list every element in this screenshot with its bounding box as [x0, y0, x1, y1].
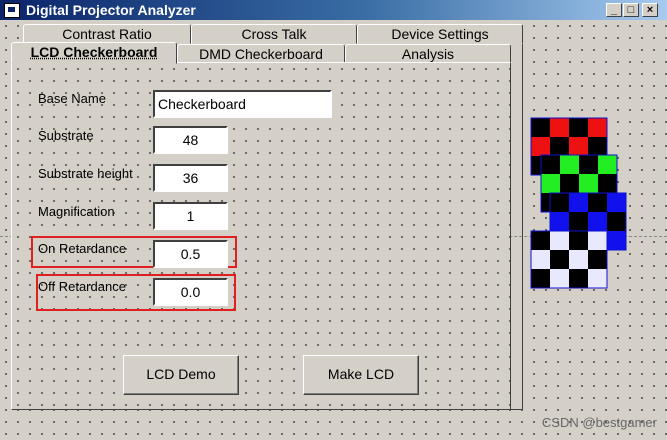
checker-cell — [588, 118, 607, 137]
tab-dmd-checkerboard[interactable]: DMD Checkerboard — [177, 44, 345, 64]
on-retardance-input[interactable]: 0.5 — [153, 240, 228, 268]
tab-lcd-checkerboard[interactable]: LCD Checkerboard — [11, 42, 177, 64]
magnification-label: Magnification — [38, 204, 115, 219]
base-name-label: Base Name — [38, 91, 106, 106]
tab-cross-talk[interactable]: Cross Talk — [191, 24, 357, 44]
checker-cell — [607, 212, 626, 231]
checker-cell — [550, 118, 569, 137]
checker-cell — [598, 155, 617, 174]
checker-cell — [598, 174, 617, 193]
lcd-demo-button[interactable]: LCD Demo — [123, 355, 239, 395]
checker-cell — [588, 212, 607, 231]
checker-cell — [607, 193, 626, 212]
substrate-input[interactable]: 48 — [153, 126, 228, 154]
magnification-input[interactable]: 1 — [153, 202, 228, 230]
checker-cell — [550, 137, 569, 156]
on-retardance-label: On Retardance — [38, 241, 127, 256]
checker-layer-white — [530, 230, 608, 289]
watermark: CSDN @bestgamer — [541, 415, 657, 430]
make-lcd-button[interactable]: Make LCD — [303, 355, 419, 395]
checker-cell — [531, 118, 550, 137]
checker-cell — [588, 250, 607, 269]
checker-cell — [550, 193, 569, 212]
checker-cell — [588, 137, 607, 156]
checkerboard-preview — [530, 117, 627, 289]
checker-cell — [531, 231, 550, 250]
lcd-checkerboard-panel: Base Name Checkerboard Substrate 48 Subs… — [11, 62, 511, 410]
base-name-input[interactable]: Checkerboard — [153, 90, 332, 118]
checker-cell — [569, 193, 588, 212]
tab-lcd-checkerboard-label: LCD Checkerboard — [30, 44, 158, 60]
checker-cell — [569, 118, 588, 137]
tab-analysis[interactable]: Analysis — [345, 44, 511, 64]
tab-control: Contrast Ratio Cross Talk Device Setting… — [11, 24, 523, 410]
checker-cell — [531, 269, 550, 288]
substrate-label: Substrate — [38, 128, 94, 143]
checker-cell — [531, 250, 550, 269]
off-retardance-label: Off Retardance — [38, 279, 126, 294]
checker-cell — [550, 212, 569, 231]
checker-cell — [531, 137, 550, 156]
substrate-height-label: Substrate height — [38, 166, 133, 181]
checker-cell — [560, 155, 579, 174]
tab-device-settings[interactable]: Device Settings — [357, 24, 523, 44]
checker-cell — [569, 269, 588, 288]
checker-cell — [550, 269, 569, 288]
checker-cell — [550, 231, 569, 250]
checker-cell — [607, 231, 626, 250]
checker-cell — [569, 231, 588, 250]
checker-cell — [560, 174, 579, 193]
minimize-button[interactable]: _ — [606, 3, 622, 17]
substrate-height-input[interactable]: 36 — [153, 164, 228, 192]
close-button[interactable]: × — [642, 3, 658, 17]
maximize-button[interactable]: □ — [623, 3, 639, 17]
checker-cell — [541, 174, 560, 193]
checker-cell — [569, 250, 588, 269]
checker-cell — [569, 137, 588, 156]
checker-cell — [550, 250, 569, 269]
checker-cell — [588, 269, 607, 288]
window-title: Digital Projector Analyzer — [26, 2, 196, 18]
off-retardance-input[interactable]: 0.0 — [153, 278, 228, 306]
checker-cell — [588, 193, 607, 212]
checker-cell — [579, 174, 598, 193]
tab-contrast-ratio[interactable]: Contrast Ratio — [23, 24, 191, 44]
checker-cell — [541, 155, 560, 174]
app-icon[interactable] — [4, 3, 20, 18]
checker-cell — [588, 231, 607, 250]
checker-cell — [579, 155, 598, 174]
checker-cell — [569, 212, 588, 231]
title-bar: Digital Projector Analyzer _ □ × — [0, 0, 667, 20]
